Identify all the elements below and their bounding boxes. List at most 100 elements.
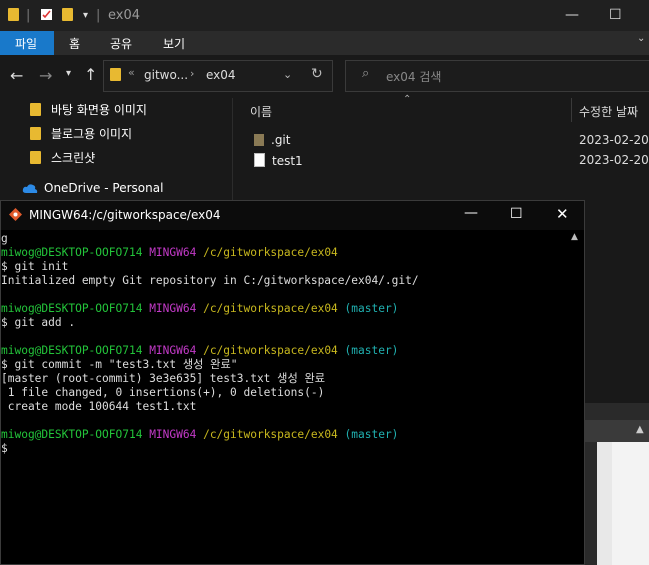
background-window-content <box>612 442 649 565</box>
terminal-line: $ git commit -m "test3.txt 생성 완료" <box>1 358 238 372</box>
breadcrumb-gitworkspace[interactable]: gitwo... <box>144 68 188 82</box>
folder-icon <box>30 103 41 116</box>
terminal-text: 1 file changed, 0 insertions(+), 0 delet… <box>1 386 325 399</box>
nav-item-blog-images[interactable]: 블로그용 이미지 <box>30 125 132 142</box>
file-name: .git <box>271 133 291 147</box>
terminal-line: $ git init <box>1 260 68 274</box>
cloud-icon <box>22 183 38 197</box>
column-header-name[interactable]: 이름 <box>250 103 272 120</box>
folder-icon <box>110 68 121 83</box>
terminal-line: create mode 100644 test1.txt <box>1 400 197 414</box>
customize-quick-access-icon[interactable]: ▾ <box>83 10 88 21</box>
terminal-text: miwog@DESKTOP-OOFO714 <box>1 428 150 441</box>
back-icon[interactable]: ← <box>10 66 23 85</box>
terminal-text: MINGW64 <box>149 344 204 357</box>
refresh-icon[interactable]: ↻ <box>311 66 323 82</box>
file-date: 2023-02-20 <box>579 133 649 147</box>
maximize-icon[interactable]: ☐ <box>609 7 622 23</box>
git-bash-icon <box>8 207 23 226</box>
terminal-titlebar[interactable]: MINGW64:/c/gitworkspace/ex04 — ☐ ✕ <box>1 201 584 230</box>
terminal-text: create mode 100644 test1.txt <box>1 400 197 413</box>
terminal-line: miwog@DESKTOP-OOFO714 MINGW64 /c/gitwork… <box>1 246 338 260</box>
tab-home[interactable]: 홈 <box>69 35 80 52</box>
terminal-line: $ <box>1 442 8 456</box>
terminal-text: $ <box>1 442 8 455</box>
pane-divider[interactable] <box>232 98 233 208</box>
nav-item-label: 스크린샷 <box>51 151 96 165</box>
properties-icon[interactable] <box>40 8 53 25</box>
folder-icon <box>8 8 19 23</box>
terminal-text: $ git commit -m "test3.txt 생성 완료" <box>1 358 238 371</box>
ribbon-tabs <box>0 31 649 55</box>
breadcrumb-overflow[interactable]: « <box>128 66 135 79</box>
background-window-panel <box>597 442 612 565</box>
column-header-date[interactable]: 수정한 날짜 <box>579 103 638 120</box>
tab-share[interactable]: 공유 <box>110 35 132 52</box>
terminal-line: 1 file changed, 0 insertions(+), 0 delet… <box>1 386 325 400</box>
separator: | <box>96 8 101 23</box>
terminal-line: $ git add . <box>1 316 75 330</box>
terminal-text: /c/gitworkspace/ex04 <box>203 246 338 259</box>
terminal-text: g <box>1 232 8 245</box>
terminal-text: /c/gitworkspace/ex04 <box>203 428 338 441</box>
scroll-up-icon[interactable]: ▲ <box>571 232 578 242</box>
chevron-down-icon[interactable]: ⌄ <box>283 68 292 81</box>
separator: | <box>26 8 31 23</box>
terminal-line: miwog@DESKTOP-OOFO714 MINGW64 /c/gitwork… <box>1 428 398 442</box>
nav-item-screenshots[interactable]: 스크린샷 <box>30 149 95 166</box>
terminal-line: Initialized empty Git repository in C:/g… <box>1 274 419 288</box>
terminal-text: (master) <box>337 428 399 441</box>
maximize-icon[interactable]: ☐ <box>510 206 523 222</box>
file-row-git[interactable]: .git <box>254 133 290 147</box>
terminal-text: Initialized empty Git repository in C:/g… <box>1 274 419 287</box>
terminal-text: miwog@DESKTOP-OOFO714 <box>1 302 150 315</box>
navigation-pane: 바탕 화면용 이미지 블로그용 이미지 스크린샷 OneDrive - Pers… <box>0 98 232 208</box>
terminal-title: MINGW64:/c/gitworkspace/ex04 <box>29 208 221 222</box>
tab-file-label[interactable]: 파일 <box>15 35 37 52</box>
recent-locations-icon[interactable]: ▾ <box>66 68 71 79</box>
terminal-text: (master) <box>337 302 399 315</box>
terminal-text: (master) <box>337 344 399 357</box>
terminal-line: miwog@DESKTOP-OOFO714 MINGW64 /c/gitwork… <box>1 302 398 316</box>
nav-item-label: 바탕 화면용 이미지 <box>51 103 147 117</box>
terminal-text: miwog@DESKTOP-OOFO714 <box>1 344 150 357</box>
file-name: test1 <box>272 154 303 168</box>
breadcrumb-ex04[interactable]: ex04 <box>206 68 236 82</box>
nav-item-desktop-images[interactable]: 바탕 화면용 이미지 <box>30 101 147 118</box>
terminal-text: MINGW64 <box>149 428 204 441</box>
nav-item-label: OneDrive - Personal <box>44 181 164 195</box>
forward-icon[interactable]: → <box>39 66 52 85</box>
close-icon[interactable]: ✕ <box>556 205 569 223</box>
terminal-scrollbar[interactable]: ▲ <box>568 230 584 564</box>
terminal-text: $ git add . <box>1 316 76 329</box>
terminal-text: $ git init <box>1 260 69 273</box>
up-icon[interactable]: ↑ <box>84 65 97 84</box>
nav-item-onedrive[interactable]: OneDrive - Personal <box>22 181 163 197</box>
minimize-icon[interactable]: — <box>565 7 579 23</box>
terminal-line: g <box>1 232 8 246</box>
terminal-line: miwog@DESKTOP-OOFO714 MINGW64 /c/gitwork… <box>1 344 398 358</box>
terminal-text: [master (root-commit) 3e3e635] test3.txt… <box>1 372 326 385</box>
file-row-test1[interactable]: test1 <box>254 153 303 168</box>
explorer-titlebar: | ▾ | ex04 — ☐ <box>0 0 649 31</box>
file-date: 2023-02-20 <box>579 153 649 167</box>
column-separator[interactable] <box>571 98 572 122</box>
minimize-icon[interactable]: — <box>464 205 478 221</box>
terminal-text: /c/gitworkspace/ex04 <box>203 344 338 357</box>
terminal-window[interactable]: MINGW64:/c/gitworkspace/ex04 — ☐ ✕ g miwo… <box>0 200 585 565</box>
new-folder-icon[interactable] <box>62 8 73 23</box>
terminal-output[interactable]: g miwog@DESKTOP-OOFO714 MINGW64 /c/gitwor… <box>1 230 569 564</box>
search-placeholder[interactable]: ex04 검색 <box>386 68 441 85</box>
scroll-up-icon[interactable]: ▲ <box>636 424 644 435</box>
chevron-right-icon[interactable]: › <box>190 67 194 80</box>
search-icon: ⌕ <box>362 66 370 81</box>
terminal-text: miwog@DESKTOP-OOFO714 <box>1 246 150 259</box>
terminal-line: [master (root-commit) 3e3e635] test3.txt… <box>1 372 325 386</box>
sort-ascending-icon: ⌃ <box>403 94 412 105</box>
terminal-text: MINGW64 <box>149 246 204 259</box>
expand-ribbon-icon[interactable]: ⌄ <box>637 33 645 44</box>
folder-icon <box>30 151 41 164</box>
window-title: ex04 <box>108 8 141 23</box>
folder-icon <box>254 134 264 146</box>
tab-view[interactable]: 보기 <box>163 35 185 52</box>
